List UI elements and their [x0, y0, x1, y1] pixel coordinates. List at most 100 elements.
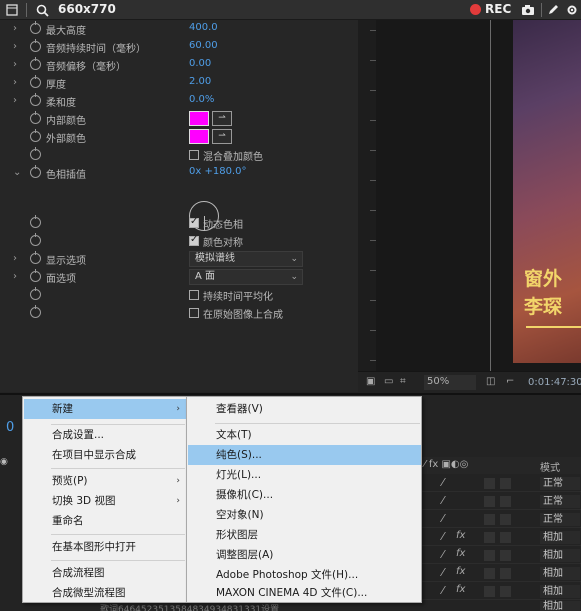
record-button[interactable]: REC — [470, 2, 511, 16]
stopwatch-icon[interactable] — [30, 93, 41, 106]
collapse-arrow-icon[interactable]: ⌄ — [13, 167, 21, 178]
menu-item-new[interactable]: 新建 › — [24, 399, 186, 419]
color-symmetry-checkbox[interactable] — [189, 234, 199, 246]
property-value[interactable]: 0.00 — [189, 58, 211, 69]
composition-viewer[interactable]: 窗外 李琛 — [376, 20, 581, 371]
menu-item-shape-layer[interactable]: 形状图层 — [188, 525, 421, 545]
menu-item-camera[interactable]: 摄像机(C)... — [188, 485, 421, 505]
menu-item-photoshop-file[interactable]: Adobe Photoshop 文件(H)... — [188, 565, 421, 585]
menu-item-text[interactable]: 文本(T) — [188, 425, 421, 445]
menu-item-viewer[interactable]: 查看器(V) — [188, 399, 421, 419]
expand-arrow-icon[interactable]: › — [13, 59, 17, 70]
layer-switch-box[interactable] — [500, 496, 511, 507]
layer-name[interactable]: 歌词6464523513584834934831331设置 — [100, 602, 279, 611]
expand-arrow-icon[interactable]: › — [13, 23, 17, 34]
layer-switch-box[interactable] — [500, 550, 511, 561]
blend-mode-dropdown[interactable]: 相加 — [540, 601, 580, 611]
eyedropper-icon[interactable]: ⇀ — [212, 111, 232, 126]
stopwatch-icon[interactable] — [30, 215, 41, 228]
composite-original-checkbox[interactable] — [189, 308, 199, 318]
stopwatch-icon[interactable] — [30, 21, 41, 34]
menu-item-comp-flowchart[interactable]: 合成流程图 — [24, 563, 186, 583]
quality-switch-icon[interactable]: ⁄ — [442, 512, 444, 525]
timeline-layer-row[interactable]: ⁄ 正常 — [420, 510, 581, 528]
layer-switch-box[interactable] — [500, 568, 511, 579]
timeline-layer-row[interactable]: ⁄ fx 相加 — [420, 564, 581, 582]
menu-item-preview[interactable]: 预览(P) › — [24, 471, 186, 491]
blend-mode-dropdown[interactable]: 正常 — [540, 495, 580, 508]
blend-overlay-checkbox[interactable] — [189, 150, 199, 160]
timeline-layer-row[interactable]: ⁄ fx 相加 — [420, 582, 581, 600]
menu-item-rename[interactable]: 重命名 — [24, 511, 186, 531]
timeline-layer-row[interactable]: ⁄ 正常 — [420, 474, 581, 492]
quality-switch-icon[interactable]: ⁄ — [442, 548, 444, 561]
menu-item-open-essential-graphics[interactable]: 在基本图形中打开 — [24, 537, 186, 557]
expand-arrow-icon[interactable]: › — [13, 77, 17, 88]
stopwatch-icon[interactable] — [30, 305, 41, 318]
layer-switch-box[interactable] — [500, 532, 511, 543]
stopwatch-icon[interactable] — [30, 111, 41, 124]
grid-icon[interactable]: ⌗ — [400, 376, 406, 387]
current-frame[interactable]: 0 — [6, 420, 14, 435]
stopwatch-icon[interactable] — [30, 75, 41, 88]
blend-mode-dropdown[interactable]: 相加 — [540, 567, 580, 580]
dynamic-hue-checkbox[interactable] — [189, 216, 199, 228]
layer-switch-box[interactable] — [500, 586, 511, 597]
stopwatch-icon[interactable] — [30, 129, 41, 142]
menu-item-comp-settings[interactable]: 合成设置... — [24, 425, 186, 445]
quality-switch-icon[interactable]: ⁄ — [442, 530, 444, 543]
property-value[interactable]: 60.00 — [189, 40, 218, 51]
stopwatch-icon[interactable] — [30, 251, 41, 264]
quality-switch-icon[interactable]: ⁄ — [442, 476, 444, 489]
menu-item-solid[interactable]: 纯色(S)... — [188, 445, 421, 465]
expand-arrow-icon[interactable]: › — [13, 253, 17, 264]
menu-item-switch-3d-view[interactable]: 切换 3D 视图 › — [24, 491, 186, 511]
monitor-icon[interactable]: ▭ — [384, 376, 393, 387]
fx-icon[interactable]: fx — [456, 584, 465, 595]
quality-switch-icon[interactable]: ⁄ — [442, 584, 444, 597]
layer-switch-box[interactable] — [484, 550, 495, 561]
property-value[interactable]: 2.00 — [189, 76, 211, 87]
stopwatch-icon[interactable] — [30, 165, 41, 178]
snapshot-icon[interactable]: ◫ — [486, 376, 495, 387]
menu-item-adjustment-layer[interactable]: 调整图层(A) — [188, 545, 421, 565]
pen-icon[interactable] — [545, 0, 561, 20]
layer-switch-box[interactable] — [484, 496, 495, 507]
menu-item-reveal-in-project[interactable]: 在项目中显示合成 — [24, 445, 186, 465]
menu-item-comp-mini-flowchart[interactable]: 合成微型流程图 — [24, 583, 186, 603]
layer-switch-box[interactable] — [484, 514, 495, 525]
display-options-dropdown[interactable]: 模拟谱线 ⌄ — [189, 251, 303, 267]
layer-switch-box[interactable] — [484, 586, 495, 597]
layer-switch-box[interactable] — [484, 478, 495, 489]
crop-icon[interactable]: ⌐ — [506, 376, 514, 387]
outer-color-swatch[interactable] — [189, 129, 209, 144]
timecode[interactable]: 0:01:47:30 — [528, 377, 581, 388]
eye-icon[interactable]: ◉ — [0, 457, 12, 475]
eyedropper-icon[interactable]: ⇀ — [212, 129, 232, 144]
avg-duration-checkbox[interactable] — [189, 290, 199, 300]
fx-icon[interactable]: fx — [456, 530, 465, 541]
blend-mode-dropdown[interactable]: 相加 — [540, 585, 580, 598]
menu-item-cinema4d-file[interactable]: MAXON CINEMA 4D 文件(C)... — [188, 583, 421, 603]
layer-switch-box[interactable] — [500, 514, 511, 525]
region-icon[interactable]: ▣ — [366, 376, 375, 387]
expand-arrow-icon[interactable]: › — [13, 271, 17, 282]
inner-color-swatch[interactable] — [189, 111, 209, 126]
expand-arrow-icon[interactable]: › — [13, 41, 17, 52]
layer-switch-box[interactable] — [500, 478, 511, 489]
camera-icon[interactable] — [520, 0, 536, 20]
blend-mode-dropdown[interactable]: 正常 — [540, 477, 580, 490]
expand-arrow-icon[interactable]: › — [13, 95, 17, 106]
search-icon[interactable] — [34, 0, 50, 20]
property-value[interactable]: 400.0 — [189, 22, 218, 33]
timeline-layer-row[interactable]: ⁄ 正常 — [420, 492, 581, 510]
property-value[interactable]: 0.0% — [189, 94, 214, 105]
fx-icon[interactable]: fx — [456, 548, 465, 559]
square-icon[interactable] — [4, 0, 20, 20]
blend-mode-dropdown[interactable]: 正常 — [540, 513, 580, 526]
stopwatch-icon[interactable] — [30, 287, 41, 300]
menu-item-null-object[interactable]: 空对象(N) — [188, 505, 421, 525]
stopwatch-icon[interactable] — [30, 147, 41, 160]
quality-switch-icon[interactable]: ⁄ — [442, 566, 444, 579]
blend-mode-dropdown[interactable]: 相加 — [540, 549, 580, 562]
